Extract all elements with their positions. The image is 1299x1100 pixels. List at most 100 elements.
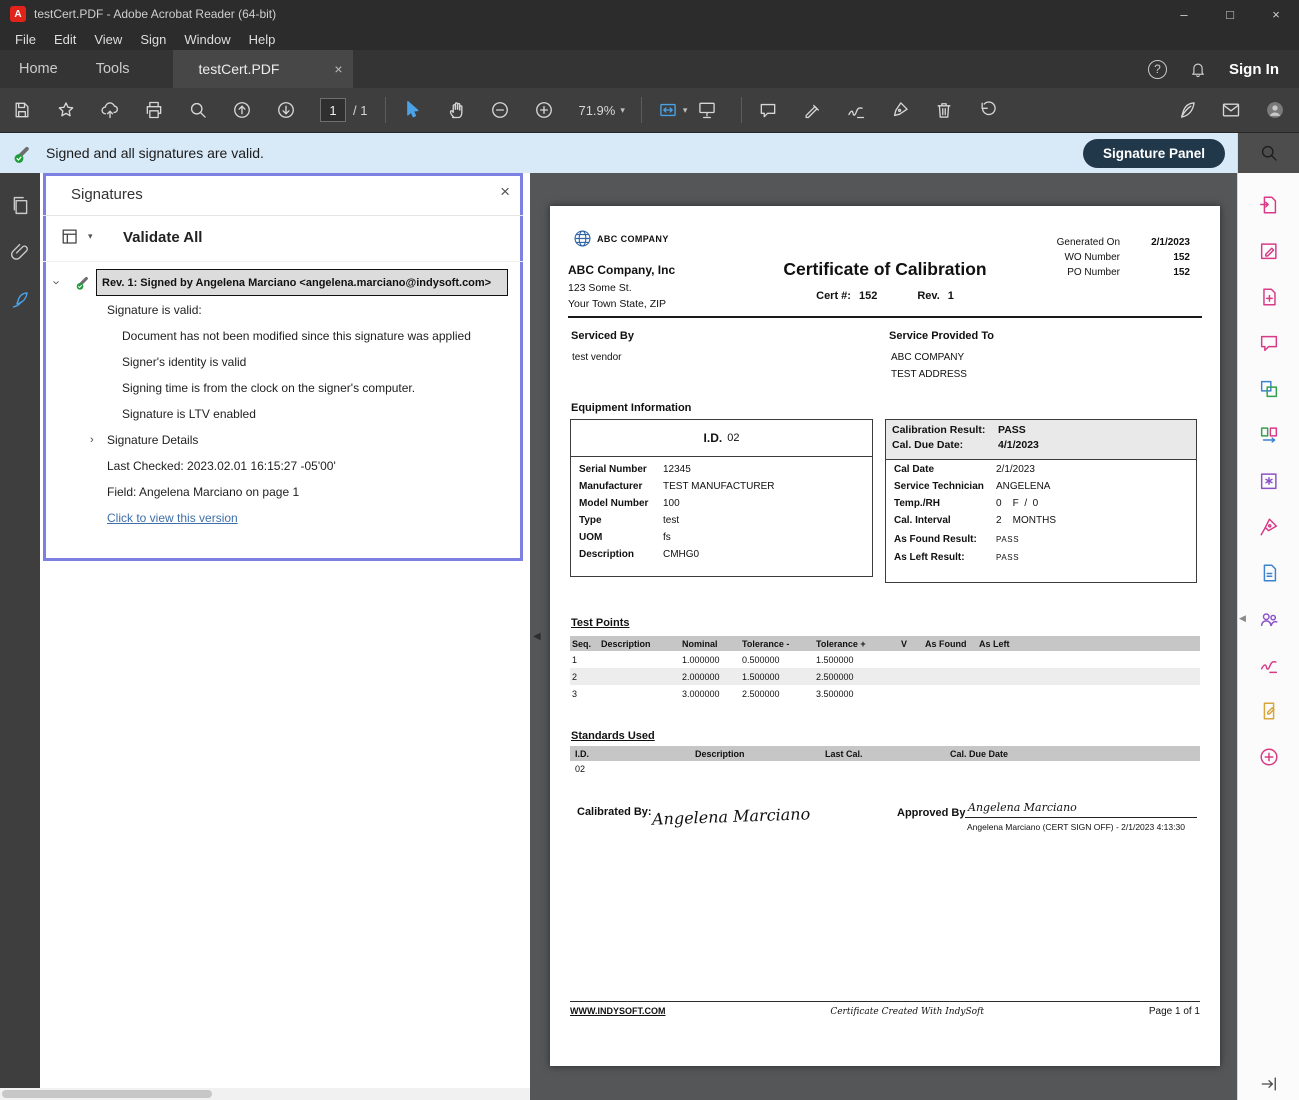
notifications-bell-icon[interactable] [1189,60,1207,78]
tool-organize-pages[interactable] [1238,412,1299,458]
tool-more-tools[interactable] [1238,734,1299,780]
reading-mode-icon[interactable] [697,100,717,120]
share-cloud-upload-icon[interactable] [100,100,120,120]
validate-all-button[interactable]: Validate All [123,229,202,246]
menu-edit[interactable]: Edit [45,30,85,49]
tool-comment[interactable] [1238,320,1299,366]
signature-valid-icon [12,141,36,165]
tool-request-signatures[interactable] [1238,596,1299,642]
signature-expand-chevron-icon[interactable]: › [50,280,65,284]
main-toolbar: 1 / 1 71.9% ▾ ▾ [0,88,1299,133]
select-tool-icon[interactable] [402,100,422,120]
signatures-panel-icon[interactable] [10,289,31,310]
rail-search-cell[interactable] [1238,133,1299,173]
zoom-in-icon[interactable] [534,100,554,120]
signature-options-caret-icon[interactable]: ▾ [88,231,93,242]
divider [43,261,523,262]
toolbar-separator [741,97,742,123]
horizontal-scrollbar[interactable] [0,1088,530,1100]
pdf-page: ABC COMPANY ABC Company, Inc 123 Some St… [550,206,1220,1066]
print-icon[interactable] [144,100,164,120]
menu-file[interactable]: File [6,30,45,49]
view-version-link[interactable]: Click to view this version [107,511,238,525]
signature-rev-item[interactable]: Rev. 1: Signed by Angelena Marciano <ang… [96,269,508,296]
menu-help[interactable]: Help [240,30,285,49]
tool-compress-pdf[interactable] [1238,550,1299,596]
signatures-panel-focus-border [43,173,523,561]
standards-heading: Standards Used [571,730,655,742]
fit-options-caret-icon[interactable]: ▾ [683,105,688,116]
rail-expand-button[interactable] [1238,1074,1299,1094]
sign-in-button[interactable]: Sign In [1229,61,1279,78]
minimize-button[interactable]: – [1161,0,1207,28]
tab-tools[interactable]: Tools [77,50,149,88]
zoom-level-value[interactable]: 71.9% [578,103,615,118]
search-icon[interactable] [188,100,208,120]
signature-details-toggle[interactable]: Signature Details [107,433,198,447]
zoom-dropdown-caret-icon[interactable]: ▾ [620,105,625,116]
fill-sign-icon[interactable] [890,100,910,120]
zoom-out-icon[interactable] [490,100,510,120]
tool-edit-pdf[interactable] [1238,228,1299,274]
tool-redact[interactable] [1238,458,1299,504]
signature-status-bar: Signed and all signatures are valid. Sig… [0,133,1237,173]
signature-options-icon[interactable] [60,226,82,248]
page-number-input[interactable]: 1 [320,98,346,122]
hand-tool-icon[interactable] [446,100,466,120]
signatures-panel-title: Signatures [71,186,143,203]
company-logo-text: ABC COMPANY [597,234,669,244]
help-icon[interactable]: ? [1148,60,1167,79]
tab-close-icon[interactable]: × [334,61,342,77]
page-thumbnails-icon[interactable] [10,195,31,216]
menu-view[interactable]: View [85,30,131,49]
draw-ink-icon[interactable] [846,100,866,120]
email-icon[interactable] [1221,100,1241,120]
esign-pen-icon[interactable] [1177,100,1197,120]
service-to-line1: ABC COMPANY [891,352,964,363]
signature-check-item: Signature is LTV enabled [122,407,256,421]
tool-combine-files[interactable] [1238,366,1299,412]
fit-width-icon[interactable] [658,100,678,120]
signature-check-item: Document has not been modified since thi… [122,329,471,343]
signature-details-chevron-icon[interactable]: › [90,434,94,446]
company-globe-logo-icon [572,228,593,249]
left-nav-strip [0,173,40,1100]
tab-home[interactable]: Home [0,50,77,88]
tool-scan-ocr[interactable] [1238,642,1299,688]
acrobat-app-icon: A [10,6,26,22]
menu-window[interactable]: Window [175,30,239,49]
delete-pages-icon[interactable] [934,100,954,120]
equipment-heading: Equipment Information [571,402,691,414]
toolbar-separator [385,97,386,123]
tool-create-pdf[interactable] [1238,274,1299,320]
calibrated-by-signature: Angelena Marciano [652,804,811,829]
page-up-icon[interactable] [232,100,252,120]
scrollbar-thumb[interactable] [2,1090,212,1098]
account-avatar[interactable] [1265,100,1285,120]
calibration-result-box: Calibration Result:PASS Cal. Due Date:4/… [885,419,1197,583]
tool-fill-sign[interactable] [1238,504,1299,550]
field-line: Field: Angelena Marciano on page 1 [107,485,299,499]
footer-created-with: Certificate Created With IndySoft [666,1007,1149,1017]
tool-export-pdf[interactable] [1238,182,1299,228]
close-button[interactable]: × [1253,0,1299,28]
rotate-pages-icon[interactable] [978,100,998,120]
favorites-star-icon[interactable] [56,100,76,120]
comment-icon[interactable] [758,100,778,120]
maximize-button[interactable]: □ [1207,0,1253,28]
tool-prepare-form[interactable] [1238,688,1299,734]
tools-rail: ◀ [1237,133,1299,1100]
rail-collapse-arrow-icon[interactable]: ◀ [1239,613,1246,624]
highlight-icon[interactable] [802,100,822,120]
table-row: 33.0000002.5000003.500000 [570,685,1200,702]
save-icon[interactable] [12,100,32,120]
signature-valid-line: Signature is valid: [107,303,202,317]
panel-collapse-arrow-icon[interactable]: ◀ [533,631,541,642]
certificate-meta: Generated On2/1/2023 WO Number152 PO Num… [970,237,1190,282]
attachments-paperclip-icon[interactable] [10,242,31,263]
signature-panel-button[interactable]: Signature Panel [1083,139,1225,168]
signatures-panel-close-icon[interactable]: × [500,182,510,202]
menu-sign[interactable]: Sign [131,30,175,49]
tab-document[interactable]: testCert.PDF × [173,50,353,88]
page-down-icon[interactable] [276,100,296,120]
